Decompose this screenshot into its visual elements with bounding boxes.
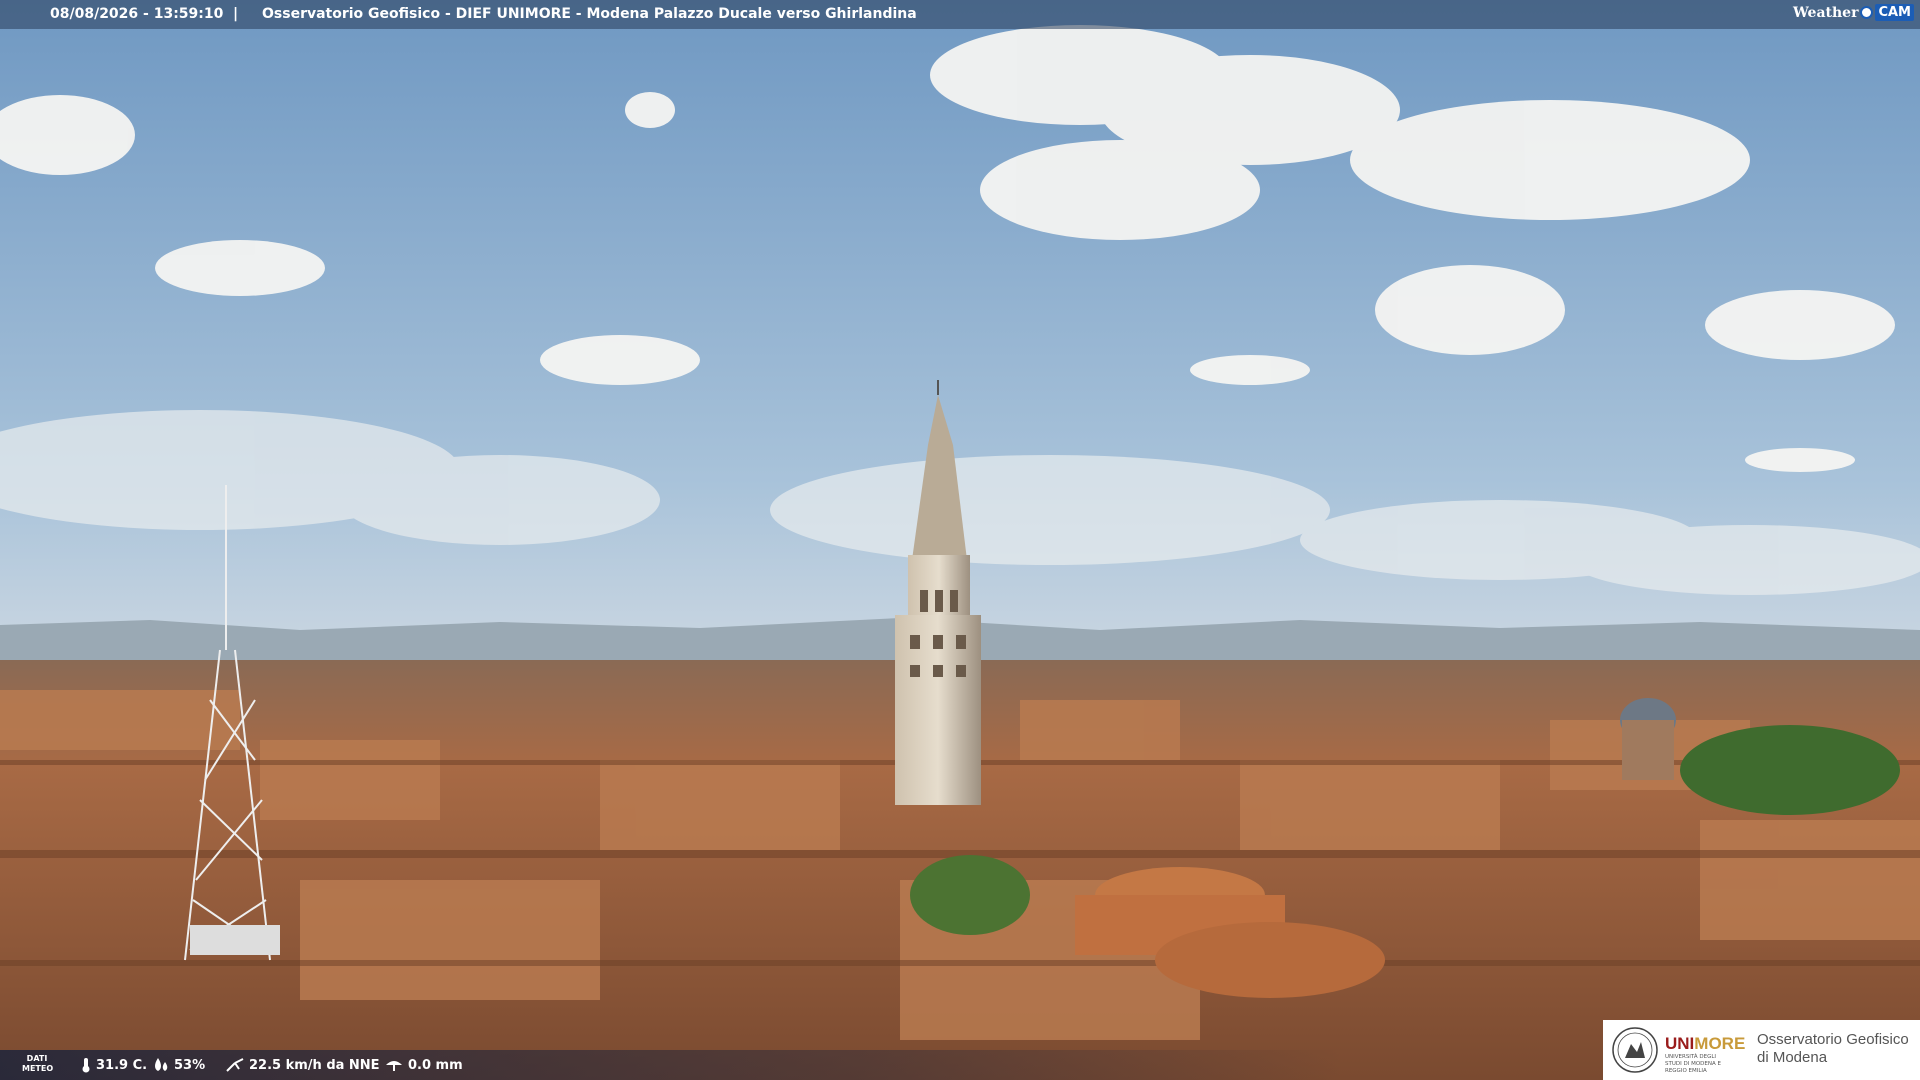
- separator: |: [233, 6, 239, 22]
- weather-label: DATI METEO: [22, 1054, 54, 1073]
- wind-value: 22.5 km/h da NNE: [249, 1057, 380, 1073]
- temperature-item: 31.9 C.: [80, 1057, 147, 1073]
- wind-item: 22.5 km/h da NNE: [225, 1057, 380, 1073]
- unimore-logo: UNIMORE UNIVERSITÀ DEGLI STUDI DI MODENA…: [1603, 1020, 1920, 1080]
- rain-item: 0.0 mm: [384, 1057, 463, 1073]
- rain-gauge-icon: [386, 1061, 402, 1071]
- unimore-subtitle: UNIVERSITÀ DEGLI STUDI DI MODENA E REGGI…: [1665, 1054, 1721, 1074]
- rain-value: 0.0 mm: [408, 1057, 463, 1073]
- timestamp: 08/08/2026 - 13:59:10: [50, 6, 224, 22]
- weathercam-logo: Weather CAM: [1793, 4, 1914, 21]
- humidity-item: 53%: [152, 1057, 205, 1073]
- unimore-seal-icon: [1612, 1027, 1658, 1073]
- humidity-drop-icon: [155, 1058, 168, 1071]
- thermometer-icon: [82, 1058, 90, 1073]
- unimore-name: UNIMORE: [1665, 1034, 1746, 1053]
- location-title: Osservatorio Geofisico - DIEF UNIMORE - …: [262, 6, 917, 22]
- webcam-image: [0, 0, 1920, 1080]
- temperature-value: 31.9 C.: [96, 1057, 148, 1073]
- brand-dot-icon: [1860, 6, 1874, 19]
- brand-weather: Weather: [1792, 4, 1859, 21]
- brand-cam: CAM: [1875, 4, 1914, 21]
- wind-icon: [226, 1058, 244, 1072]
- observatory-name: Osservatorio Geofisico di Modena: [1757, 1031, 1909, 1066]
- humidity-value: 53%: [174, 1057, 206, 1073]
- top-info-bar: 08/08/2026 - 13:59:10 | Osservatorio Geo…: [0, 0, 1920, 29]
